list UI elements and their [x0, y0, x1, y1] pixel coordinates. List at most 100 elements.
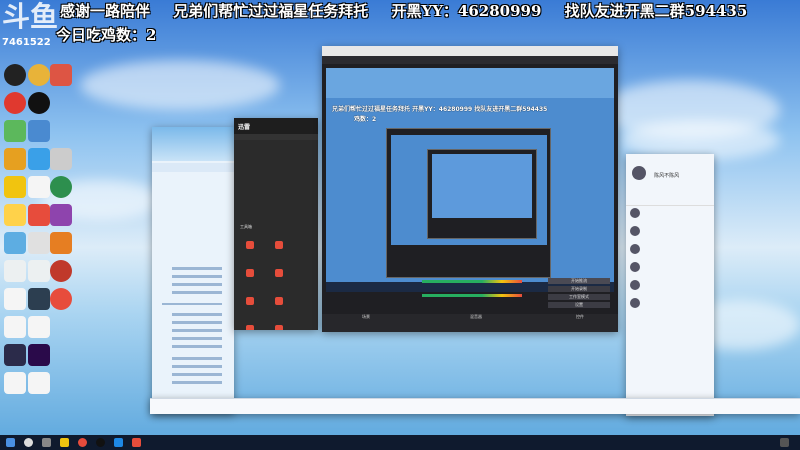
nested-obs-preview: [427, 149, 537, 239]
qq-main-window: [152, 127, 234, 413]
list-item[interactable]: [234, 160, 318, 170]
file-icon[interactable]: [28, 260, 50, 282]
app-icon[interactable]: [4, 120, 26, 142]
list-item[interactable]: [152, 208, 234, 217]
chat-item[interactable]: [626, 260, 714, 278]
task-view-icon[interactable]: [42, 438, 51, 447]
scene-item[interactable]: [326, 278, 416, 284]
file-icon[interactable]: [4, 260, 26, 282]
tool-tile[interactable]: [238, 266, 262, 288]
app-icon[interactable]: [28, 120, 50, 142]
app-icon[interactable]: [4, 232, 26, 254]
qq-icon[interactable]: [114, 438, 123, 447]
tool-tile[interactable]: [267, 238, 291, 260]
tool-tile[interactable]: [238, 322, 262, 330]
file-icon[interactable]: [28, 176, 50, 198]
chrome-icon[interactable]: [28, 64, 50, 86]
qq-icon[interactable]: [28, 92, 50, 114]
file-icon[interactable]: [4, 372, 26, 394]
list-item[interactable]: [234, 150, 318, 160]
list-item[interactable]: [234, 190, 318, 200]
list-item[interactable]: [234, 140, 318, 150]
list-item[interactable]: [152, 172, 234, 181]
app-icon[interactable]: [28, 288, 50, 310]
obs-titlebar: [322, 46, 618, 56]
preview-counter: 鸡数：2: [354, 116, 377, 123]
avatar[interactable]: [632, 165, 646, 180]
chat-item[interactable]: [626, 296, 714, 314]
settings-button[interactable]: 设置: [548, 302, 610, 308]
audio-meter: [422, 280, 522, 283]
chat-item[interactable]: [626, 224, 714, 242]
app-icon[interactable]: [50, 64, 72, 86]
chat-item[interactable]: [626, 278, 714, 296]
app-icon[interactable]: [50, 260, 72, 282]
list-item[interactable]: [152, 235, 234, 244]
chat-item[interactable]: [626, 242, 714, 260]
folder-icon[interactable]: [4, 204, 26, 226]
search-icon[interactable]: [24, 438, 33, 447]
list-item[interactable]: [234, 180, 318, 190]
file-icon[interactable]: [4, 316, 26, 338]
app-icon[interactable]: [4, 148, 26, 170]
explorer-icon[interactable]: [60, 438, 69, 447]
xunlei-section-title: 工具箱: [240, 224, 252, 229]
file-icon[interactable]: [28, 316, 50, 338]
app-icon[interactable]: [50, 148, 72, 170]
tool-tile[interactable]: [238, 294, 262, 316]
avatar: [630, 280, 640, 290]
list-item[interactable]: [152, 226, 234, 235]
windows-start-icon[interactable]: [6, 438, 15, 447]
start-stream-button[interactable]: 开始推流: [548, 278, 610, 284]
app-icon[interactable]: [4, 176, 26, 198]
qq-chat-tabs: [626, 194, 714, 206]
tool-tile[interactable]: [238, 238, 262, 260]
tool-tile[interactable]: [267, 322, 291, 330]
avatar: [630, 208, 640, 218]
scene-item[interactable]: [326, 286, 416, 292]
start-record-button[interactable]: 开始录制: [548, 286, 610, 292]
obs-preview[interactable]: 兄弟们帮忙过过福星任务拜托 开黑YY：46280999 找队友进开黑二群5944…: [326, 68, 614, 292]
list-item[interactable]: [152, 217, 234, 226]
dock-header-mixer: 混音器: [470, 314, 482, 319]
tool-icon: [246, 269, 254, 277]
list-item[interactable]: [152, 199, 234, 208]
list-item[interactable]: [234, 170, 318, 180]
overlay-banner: 感谢一路陪伴 兄弟们帮忙过过福星任务拜托 开黑YY：46280999 找队友进开…: [0, 0, 800, 22]
list-item[interactable]: [152, 181, 234, 190]
room-number: 7461522: [2, 37, 51, 48]
file-icon[interactable]: [28, 372, 50, 394]
app-icon[interactable]: [28, 204, 50, 226]
netease-icon[interactable]: [50, 288, 72, 310]
qq-chat-header: 陈风不陈风: [626, 154, 714, 194]
obs-icon[interactable]: [96, 438, 105, 447]
app-icon[interactable]: [50, 232, 72, 254]
app-icon[interactable]: [4, 92, 26, 114]
banner-part: 感谢一路陪伴: [60, 2, 151, 20]
chat-item[interactable]: [626, 206, 714, 224]
app-icon[interactable]: [50, 204, 72, 226]
file-icon[interactable]: [28, 232, 50, 254]
app-icon[interactable]: [78, 438, 87, 447]
audio-meter: [422, 294, 522, 297]
tool-icon: [275, 241, 284, 249]
app-icon[interactable]: [50, 176, 72, 198]
qq-contact-list: [152, 161, 234, 253]
tool-tile[interactable]: [267, 294, 291, 316]
app-icon[interactable]: [28, 148, 50, 170]
studio-mode-button[interactable]: 工作室模式: [548, 294, 610, 300]
tool-tile[interactable]: [267, 266, 291, 288]
xunlei-icon[interactable]: [132, 438, 141, 447]
banner-part: 兄弟们帮忙过过福星任务拜托: [173, 2, 369, 20]
list-item[interactable]: [152, 163, 234, 172]
preview-banner: 兄弟们帮忙过过福星任务拜托 开黑YY：46280999 找队友进开黑二群5944…: [332, 106, 548, 113]
xunlei-window: 迅雷 工具箱: [234, 118, 318, 330]
list-item[interactable]: [152, 190, 234, 199]
file-icon[interactable]: [4, 288, 26, 310]
app-icon[interactable]: [4, 344, 26, 366]
notification-icon[interactable]: [780, 438, 789, 447]
app-icon[interactable]: [4, 64, 26, 86]
premiere-icon[interactable]: [28, 344, 50, 366]
list-item[interactable]: [152, 244, 234, 253]
dock-header-controls: 控件: [576, 314, 584, 319]
